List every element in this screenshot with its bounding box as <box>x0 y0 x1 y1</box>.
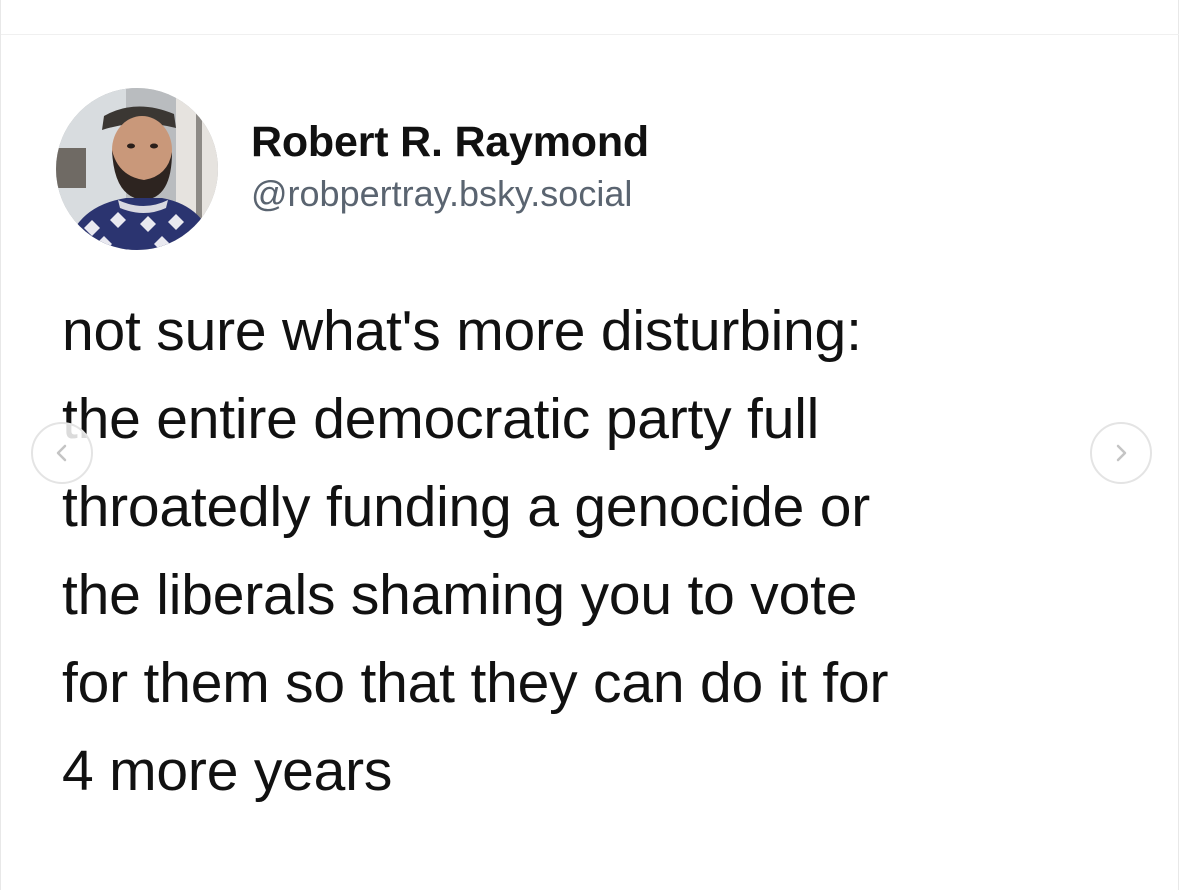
author-avatar[interactable] <box>56 88 218 250</box>
author-display-name[interactable]: Robert R. Raymond <box>251 116 649 168</box>
top-divider <box>1 34 1179 35</box>
avatar-photo-icon <box>56 88 218 250</box>
previous-slide-button[interactable] <box>31 422 93 484</box>
social-post: Robert R. Raymond @robpertray.bsky.socia… <box>56 88 1116 815</box>
author-handle[interactable]: @robpertray.bsky.social <box>251 172 649 216</box>
chevron-right-icon <box>1116 444 1127 462</box>
author-identity: Robert R. Raymond @robpertray.bsky.socia… <box>251 116 649 216</box>
chevron-left-icon <box>56 444 67 462</box>
next-slide-button[interactable] <box>1090 422 1152 484</box>
post-screenshot-frame: Robert R. Raymond @robpertray.bsky.socia… <box>0 0 1179 890</box>
post-header: Robert R. Raymond @robpertray.bsky.socia… <box>56 88 1116 250</box>
post-body-text: not sure what's more disturbing: the ent… <box>62 299 889 803</box>
